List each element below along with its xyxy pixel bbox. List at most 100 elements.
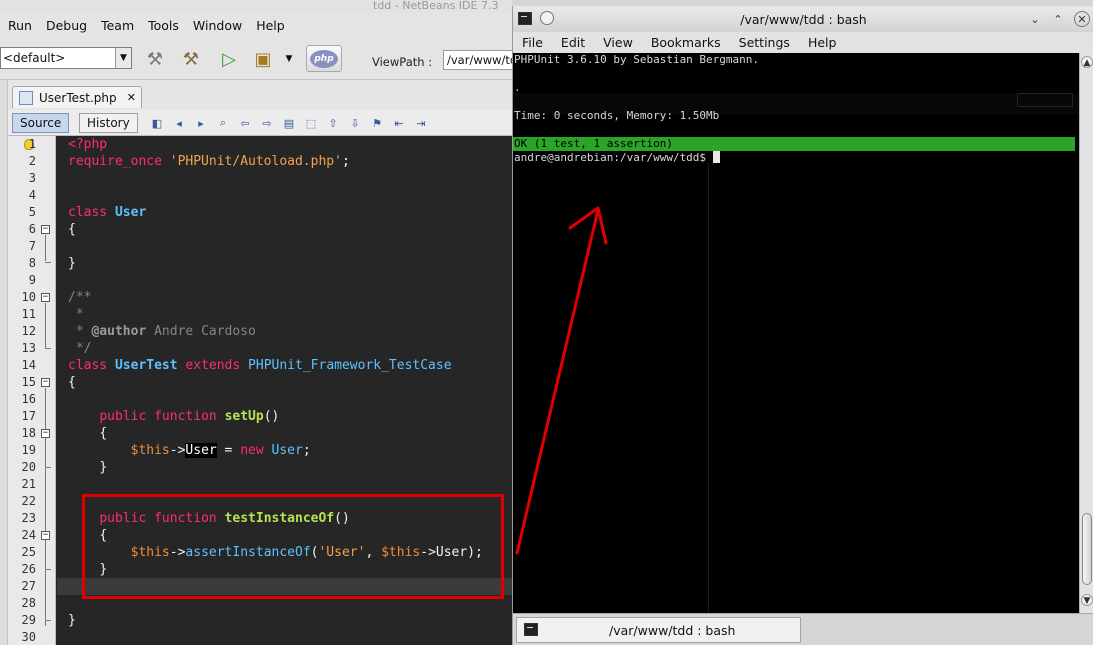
terminal-icon[interactable] [518,12,532,25]
find-previous-icon[interactable]: ⇦ [236,114,254,132]
menu-run[interactable]: Run [8,18,32,33]
line-number: 14 [21,358,36,372]
terminal-prompt: andre@andrebian:/var/www/tdd$ [514,151,720,165]
menu-help[interactable]: Help [808,35,837,50]
php-file-icon [19,90,33,105]
back-icon[interactable]: ◂ [170,114,188,132]
chevron-down-icon[interactable]: ▼ [276,46,302,72]
konsole-title: /var/www/tdd : bash [740,11,867,27]
toggle-highlight-icon[interactable]: ▤ [280,114,298,132]
maximize-icon[interactable]: ⌃ [1050,11,1066,27]
netbeans-toolbar: <default> ▼ ⚒ ⚒ ▷ ▣ ▼ php ViewPath : /va… [0,38,512,80]
close-icon[interactable]: ✕ [1074,11,1090,27]
code-line-8: } [68,255,76,272]
terminal-output[interactable]: PHPUnit 3.6.10 by Sebastian Bergmann. . … [513,53,1079,613]
php-logo-icon: php [310,49,338,68]
comment: * [68,307,84,322]
punctuation: { [68,375,76,390]
terminal-line-progress: . [514,81,521,94]
function-name: setUp [224,409,264,424]
operator: = [216,443,241,458]
keyword: new [240,443,264,458]
menu-view[interactable]: View [603,35,633,50]
line-number: 23 [21,511,36,525]
punctuation: } [99,460,108,475]
menu-debug[interactable]: Debug [46,18,87,33]
php-button[interactable]: php [306,45,342,72]
menu-file[interactable]: File [522,35,543,50]
text-cursor [712,151,720,163]
line-number: 18 [21,426,36,440]
forward-icon[interactable]: ▸ [192,114,210,132]
toggle-selection-icon[interactable]: ⬚ [302,114,320,132]
fold-toggle-icon[interactable]: − [41,429,50,438]
punctuation: } [68,256,76,271]
build-hammer-icon[interactable]: ⚒ [142,46,168,72]
class-name: UserTest [114,358,178,373]
tab-history[interactable]: History [79,113,138,133]
line-number: 27 [21,579,36,593]
pin-icon[interactable] [540,11,554,25]
terminal-line-ok: OK (1 test, 1 assertion) [514,137,673,150]
menu-settings[interactable]: Settings [739,35,790,50]
string-literal: 'PHPUnit/Autoload.php' [169,154,342,169]
scroll-thumb[interactable] [1082,513,1092,585]
tab-source[interactable]: Source [12,113,70,133]
line-number: 24 [21,528,36,542]
code-line-2: require_once 'PHPUnit/Autoload.php'; [68,153,350,170]
viewpath-input[interactable]: /var/www/td [443,50,512,70]
file-tab-bar: UserTest.php ✕ [8,84,512,108]
fold-guide [45,262,51,263]
keyword: class [68,358,108,373]
fold-toggle-icon[interactable]: − [41,531,50,540]
punctuation: ; [302,443,311,458]
menu-edit[interactable]: Edit [561,35,585,50]
menu-tools[interactable]: Tools [148,18,179,33]
menu-help[interactable]: Help [256,18,285,33]
line-number: 3 [28,171,36,185]
fold-toggle-icon[interactable]: − [41,225,50,234]
close-icon[interactable]: ✕ [127,91,136,104]
fold-toggle-icon[interactable]: − [41,293,50,302]
last-edit-icon[interactable]: ◧ [148,114,166,132]
line-number: 26 [21,562,36,576]
konsole-titlebar: /var/www/tdd : bash ⌄ ⌃ ✕ [513,6,1093,32]
config-value: <default> [3,51,66,65]
terminal-scrollbar[interactable]: ▲ ▼ [1079,53,1093,613]
code-line-11: * [68,306,84,323]
find-next-icon[interactable]: ⇨ [258,114,276,132]
terminal-line-time: Time: 0 seconds, Memory: 1.50Mb [514,109,720,122]
menu-bookmarks[interactable]: Bookmarks [651,35,721,50]
menu-team[interactable]: Team [101,18,134,33]
next-bookmark-icon[interactable]: ⇩ [346,114,364,132]
code-line-29: } [68,612,76,629]
menu-window[interactable]: Window [193,18,242,33]
chevron-down-icon[interactable]: ▼ [115,48,131,68]
code-line-12: * @author Andre Cardoso [68,323,256,340]
previous-bookmark-icon[interactable]: ⇧ [324,114,342,132]
parent-class-name: PHPUnit_Framework_TestCase [248,358,452,373]
keyword: class [68,205,108,220]
fold-toggle-icon[interactable]: − [41,378,50,387]
code-editor[interactable]: 1 2 3 4 5 6 7 8 9 10 11 12 13 14 15 16 1… [8,136,512,645]
line-number: 30 [21,630,36,644]
minimize-icon[interactable]: ⌄ [1027,11,1043,27]
clean-build-icon[interactable]: ⚒ [178,46,204,72]
fold-guide [45,235,46,261]
scroll-up-icon[interactable]: ▲ [1081,56,1093,68]
debug-icon[interactable]: ▣ [250,46,276,72]
tab-usertest-php[interactable]: UserTest.php ✕ [12,86,142,108]
run-icon[interactable]: ▷ [216,46,242,72]
shift-left-icon[interactable]: ⇤ [390,114,408,132]
shift-right-icon[interactable]: ⇥ [412,114,430,132]
terminal-shadow-arrows [1017,93,1073,107]
config-combo[interactable]: <default> ▼ [0,47,132,69]
scroll-down-icon[interactable]: ▼ [1081,594,1093,606]
code-line-13: */ [68,340,92,357]
toggle-bookmark-icon[interactable]: ⚑ [368,114,386,132]
find-icon[interactable]: ⌕ [214,114,232,132]
punctuation: } [68,613,76,628]
punctuation: { [99,426,108,441]
code-line-17: public function setUp() [68,408,279,425]
konsole-session-tab[interactable]: /var/www/tdd : bash [516,617,801,643]
